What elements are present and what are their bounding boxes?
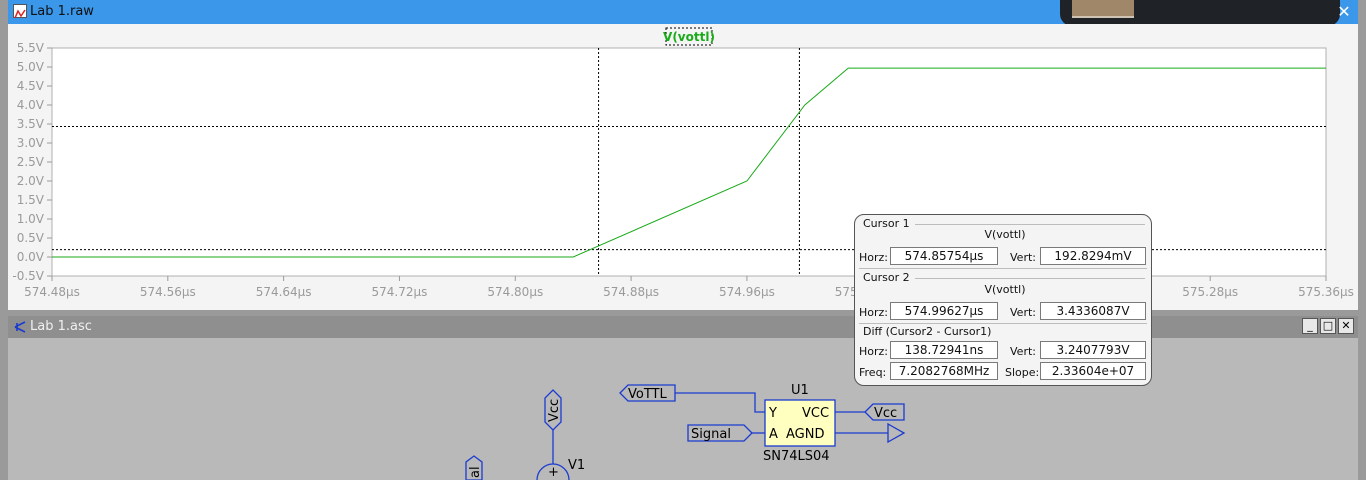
y-tick-label: 5.5V: [17, 41, 45, 55]
x-tick-label: 574.64µs: [256, 285, 312, 299]
diff-separator: [859, 323, 1147, 324]
diff-vert-label: Vert:: [1010, 345, 1036, 358]
close-button[interactable]: ✕: [1338, 318, 1354, 334]
pin-a-label: A: [769, 427, 778, 442]
pin-agnd-label: AGND: [786, 427, 824, 442]
diff-freq-field[interactable]: 7.2082768MHz: [890, 362, 998, 380]
v1-plus-sign: +: [548, 465, 559, 480]
signal-net-text: Signal: [691, 427, 731, 442]
y-tick-label: 5.0V: [17, 60, 45, 74]
video-popup-thumbnail[interactable]: [1060, 0, 1340, 26]
cursor2-horz-field[interactable]: 574.99627µs: [890, 302, 998, 320]
diff-horz-field[interactable]: 138.72941ns: [890, 341, 998, 359]
vottl-net-label[interactable]: VoTTL: [619, 384, 765, 413]
vcc-net-text-left: Vcc: [547, 399, 562, 422]
x-tick-label: 574.56µs: [140, 285, 196, 299]
y-tick-label: -0.5V: [12, 269, 44, 283]
y-tick-label: 4.0V: [17, 98, 45, 112]
cursor1-group-label: Cursor 1: [863, 217, 910, 230]
y-tick-label: 1.0V: [17, 212, 45, 226]
part-name: SN74LS04: [763, 449, 830, 464]
diff-vert-field[interactable]: 3.2407793V: [1040, 341, 1146, 359]
cursor1-vert-field[interactable]: 192.8294mV: [1040, 247, 1146, 265]
y-tick-label: 3.0V: [17, 136, 45, 150]
y-tick-label: 2.0V: [17, 174, 45, 188]
y-tick-label: 0.0V: [17, 250, 45, 264]
y-tick-label: 2.5V: [17, 155, 45, 169]
schematic-window-titlebar[interactable]: Lab 1.asc _ □ ✕: [8, 316, 1358, 338]
cursor1-group-border: [915, 224, 1145, 225]
cursor1-trace-name: V(vottl): [984, 228, 1026, 241]
y-tick-label: 1.5V: [17, 193, 45, 207]
cursor2-group-border: [915, 278, 1145, 279]
v1-label: V1: [568, 458, 585, 473]
wave-close-icon[interactable]: ✕: [1334, 2, 1354, 22]
x-tick-label: 574.72µs: [372, 285, 428, 299]
signal-net-label-partial[interactable]: al: [465, 455, 483, 480]
diff-group-label: Diff (Cursor2 - Cursor1): [863, 325, 992, 338]
v1-source[interactable]: + V1: [536, 458, 585, 480]
wave-window-title: Lab 1.raw: [30, 4, 94, 19]
x-tick-label: 574.88µs: [603, 285, 659, 299]
u1-inverter-chip[interactable]: U1 Y VCC A AGND SN74LS04: [763, 383, 836, 464]
cursor2-vert-label: Vert:: [1010, 306, 1036, 319]
vcc-net-label-right[interactable]: Vcc: [835, 403, 905, 421]
cursor2-trace-name: V(vottl): [984, 283, 1026, 296]
trace-label[interactable]: V(vottl): [663, 30, 715, 44]
u1-refdes: U1: [791, 383, 809, 398]
vcc-net-label-left[interactable]: Vcc: [544, 389, 562, 464]
pin-vcc-label: VCC: [802, 406, 829, 421]
waveform-chart[interactable]: 5.5V 5.0V 4.5V 4.0V 3.5V 3.0V 2.5V 2.0V 1.5V 1.0V…: [8, 24, 1358, 310]
signal-net-label[interactable]: Signal: [687, 424, 765, 442]
diff-freq-label: Freq:: [859, 366, 887, 379]
x-tick-label: 575.36µs: [1298, 285, 1354, 299]
cursor2-group-label: Cursor 2: [863, 271, 910, 284]
x-tick-label: 574.96µs: [719, 285, 775, 299]
schematic-canvas[interactable]: Vcc + V1 al VoTTL U1 Y VCC A AGND SN74LS…: [8, 338, 1358, 480]
y-tick-label: 3.5V: [17, 117, 45, 131]
cursor1-horz-label: Horz:: [859, 251, 889, 264]
diff-slope-label: Slope:: [1005, 366, 1040, 379]
y-tick-label: 4.5V: [17, 79, 45, 93]
vcc-net-text-right: Vcc: [874, 406, 897, 421]
cursor2-horz-label: Horz:: [859, 306, 889, 319]
diff-horz-label: Horz:: [859, 345, 889, 358]
vottl-net-text: VoTTL: [628, 387, 667, 402]
x-tick-label: 574.80µs: [487, 285, 543, 299]
waveform-app-icon: [13, 4, 27, 19]
schematic-window-title: Lab 1.asc: [30, 319, 92, 334]
schematic-app-icon: [13, 319, 27, 338]
x-tick-label: 575.28µs: [1182, 285, 1238, 299]
cursor1-horz-field[interactable]: 574.85754µs: [890, 247, 998, 265]
signal-partial-text: al: [468, 466, 483, 478]
agnd-connection[interactable]: [835, 422, 906, 444]
cursor2-vert-field[interactable]: 3.4336087V: [1040, 302, 1146, 320]
y-tick-label: 0.5V: [17, 231, 45, 245]
video-thumbnail-image: [1072, 0, 1134, 18]
cursor-readout-dialog[interactable]: Cursor 1 V(vottl) Horz: 574.85754µs Vert…: [854, 214, 1152, 386]
cursor2-separator: [859, 268, 1147, 269]
cursor1-vert-label: Vert:: [1010, 251, 1036, 264]
maximize-button[interactable]: □: [1320, 318, 1336, 334]
pin-y-label: Y: [768, 406, 777, 421]
x-tick-label: 574.48µs: [24, 285, 80, 299]
waveform-plot-pane[interactable]: 5.5V 5.0V 4.5V 4.0V 3.5V 3.0V 2.5V 2.0V 1.5V 1.0V…: [8, 24, 1358, 310]
minimize-button[interactable]: _: [1302, 318, 1318, 334]
diff-slope-field[interactable]: 2.33604e+07: [1040, 362, 1146, 380]
